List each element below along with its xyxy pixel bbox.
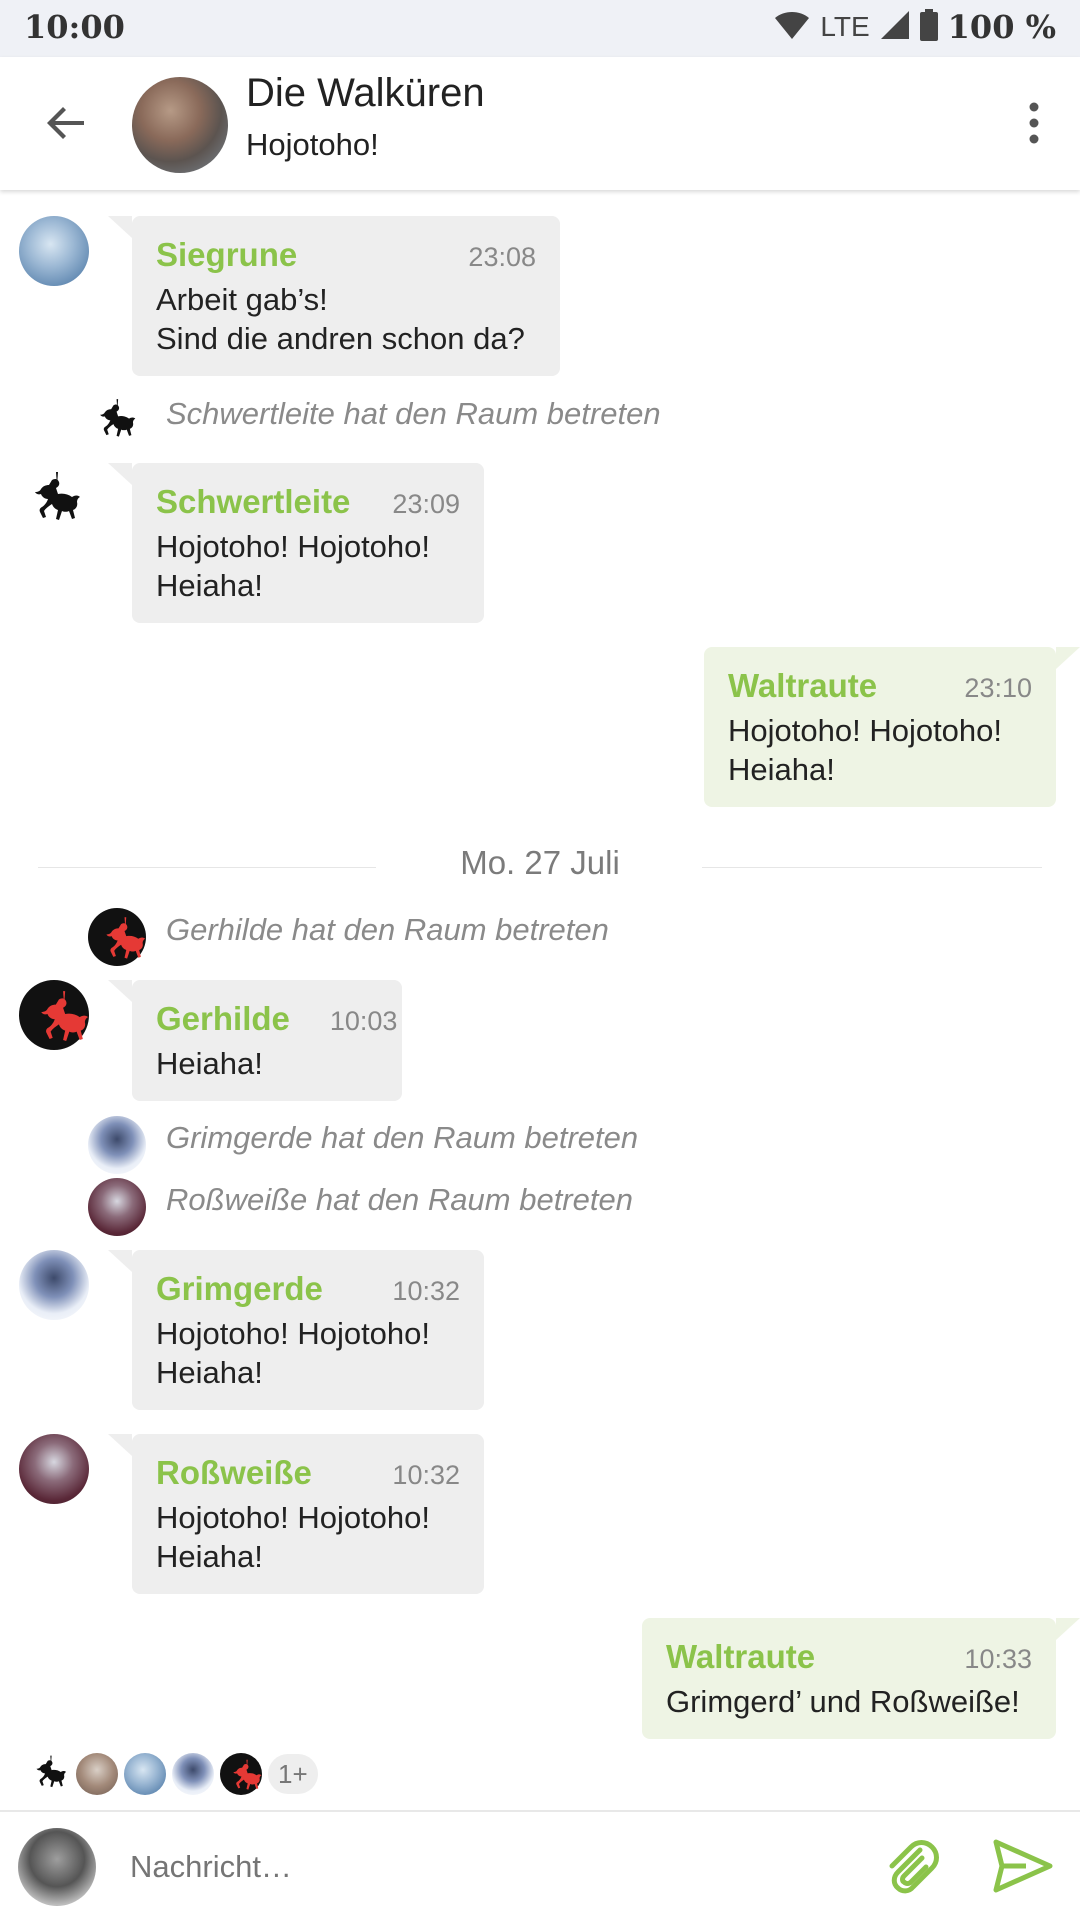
message-timeline[interactable]: Siegrune 23:08 Arbeit gab’s! Sind die an… bbox=[0, 190, 1080, 1810]
message-text: Grimgerd’ und Roßweiße! bbox=[666, 1684, 1020, 1719]
avatar-gerhilde-small bbox=[88, 908, 146, 966]
status-icons: LTE 100 % bbox=[774, 8, 1056, 46]
message-bubble[interactable]: Grimgerde 10:32 Hojotoho! Hojotoho! Heia… bbox=[108, 1250, 484, 1410]
attach-icon[interactable] bbox=[882, 1836, 940, 1898]
message-sender[interactable]: Waltraute bbox=[728, 667, 877, 705]
room-title[interactable]: Die Walküren bbox=[246, 71, 485, 116]
receipt-more-count: 1+ bbox=[268, 1754, 318, 1794]
message-text: Hojotoho! Hojotoho! Heiaha! bbox=[156, 529, 431, 603]
send-icon[interactable] bbox=[992, 1838, 1054, 1894]
message-time: 10:03 bbox=[329, 1006, 398, 1036]
read-receipts[interactable]: 1+ bbox=[28, 1753, 318, 1795]
message-sender[interactable]: Grimgerde bbox=[156, 1270, 323, 1308]
room-event: Grimgerde hat den Raum betreten bbox=[166, 1120, 639, 1155]
date-separator: Mo. 27 Juli bbox=[0, 844, 1080, 882]
message-sender[interactable]: Schwertleite bbox=[156, 483, 350, 521]
message-bubble[interactable]: Gerhilde 10:03 Heiaha! bbox=[108, 980, 402, 1101]
more-vert-icon[interactable] bbox=[1022, 97, 1046, 149]
message-sender[interactable]: Roßweiße bbox=[156, 1454, 312, 1492]
message-sender[interactable]: Waltraute bbox=[666, 1638, 815, 1676]
message-text: Hojotoho! Hojotoho! Heiaha! bbox=[156, 1500, 431, 1574]
room-event: Roßweiße hat den Raum betreten bbox=[166, 1182, 633, 1217]
message-text: Hojotoho! Hojotoho! Heiaha! bbox=[728, 713, 1003, 787]
avatar-rossweisse-small bbox=[88, 1178, 146, 1236]
message-time: 10:32 bbox=[392, 1460, 460, 1490]
avatar-grimgerde[interactable] bbox=[19, 1250, 89, 1320]
avatar-schwertleite[interactable] bbox=[22, 468, 86, 532]
status-bar: 10:00 LTE 100 % bbox=[0, 0, 1080, 57]
message-bubble-own[interactable]: Waltraute 10:33 Grimgerd’ und Roßweiße! bbox=[642, 1618, 1080, 1739]
message-time: 23:09 bbox=[392, 489, 460, 519]
battery-percent: 100 % bbox=[947, 8, 1056, 46]
avatar-grimgerde-small bbox=[88, 1116, 146, 1174]
battery-icon bbox=[919, 8, 938, 46]
message-bubble[interactable]: Siegrune 23:08 Arbeit gab’s! Sind die an… bbox=[108, 216, 560, 376]
avatar-rossweisse[interactable] bbox=[19, 1434, 89, 1504]
room-event: Schwertleite hat den Raum betreten bbox=[166, 396, 661, 431]
receipt-avatar bbox=[124, 1753, 166, 1795]
wifi-icon bbox=[774, 10, 810, 45]
message-text: Arbeit gab’s! Sind die andren schon da? bbox=[156, 282, 525, 356]
room-event: Gerhilde hat den Raum betreten bbox=[166, 912, 609, 947]
message-text: Heiaha! bbox=[156, 1046, 263, 1081]
message-time: 23:08 bbox=[468, 242, 536, 272]
room-header: Die Walküren Hojotoho! bbox=[0, 57, 1080, 190]
message-composer bbox=[0, 1810, 1080, 1920]
message-text: Hojotoho! Hojotoho! Heiaha! bbox=[156, 1316, 431, 1390]
message-time: 10:32 bbox=[392, 1276, 460, 1306]
network-type: LTE bbox=[820, 11, 870, 42]
message-bubble-own[interactable]: Waltraute 23:10 Hojotoho! Hojotoho! Heia… bbox=[704, 647, 1080, 807]
avatar-gerhilde[interactable] bbox=[19, 980, 89, 1050]
room-avatar[interactable] bbox=[132, 77, 228, 173]
room-topic[interactable]: Hojotoho! bbox=[246, 127, 379, 163]
message-time: 10:33 bbox=[964, 1644, 1032, 1674]
message-input[interactable] bbox=[130, 1832, 850, 1902]
message-sender[interactable]: Gerhilde bbox=[156, 1000, 290, 1038]
message-sender[interactable]: Siegrune bbox=[156, 236, 297, 274]
receipt-avatar bbox=[172, 1753, 214, 1795]
message-bubble[interactable]: Roßweiße 10:32 Hojotoho! Hojotoho! Heiah… bbox=[108, 1434, 484, 1594]
message-bubble[interactable]: Schwertleite 23:09 Hojotoho! Hojotoho! H… bbox=[108, 463, 484, 623]
receipt-avatar bbox=[76, 1753, 118, 1795]
receipt-avatar bbox=[28, 1753, 70, 1795]
signal-icon bbox=[880, 10, 910, 45]
own-avatar[interactable] bbox=[18, 1828, 96, 1906]
avatar-siegrune[interactable] bbox=[19, 216, 89, 286]
receipt-avatar bbox=[220, 1753, 262, 1795]
back-arrow-icon[interactable] bbox=[40, 97, 92, 149]
message-time: 23:10 bbox=[964, 673, 1032, 703]
avatar-schwertleite-small bbox=[90, 396, 140, 446]
date-label: Mo. 27 Juli bbox=[460, 844, 620, 881]
status-time: 10:00 bbox=[24, 8, 125, 46]
